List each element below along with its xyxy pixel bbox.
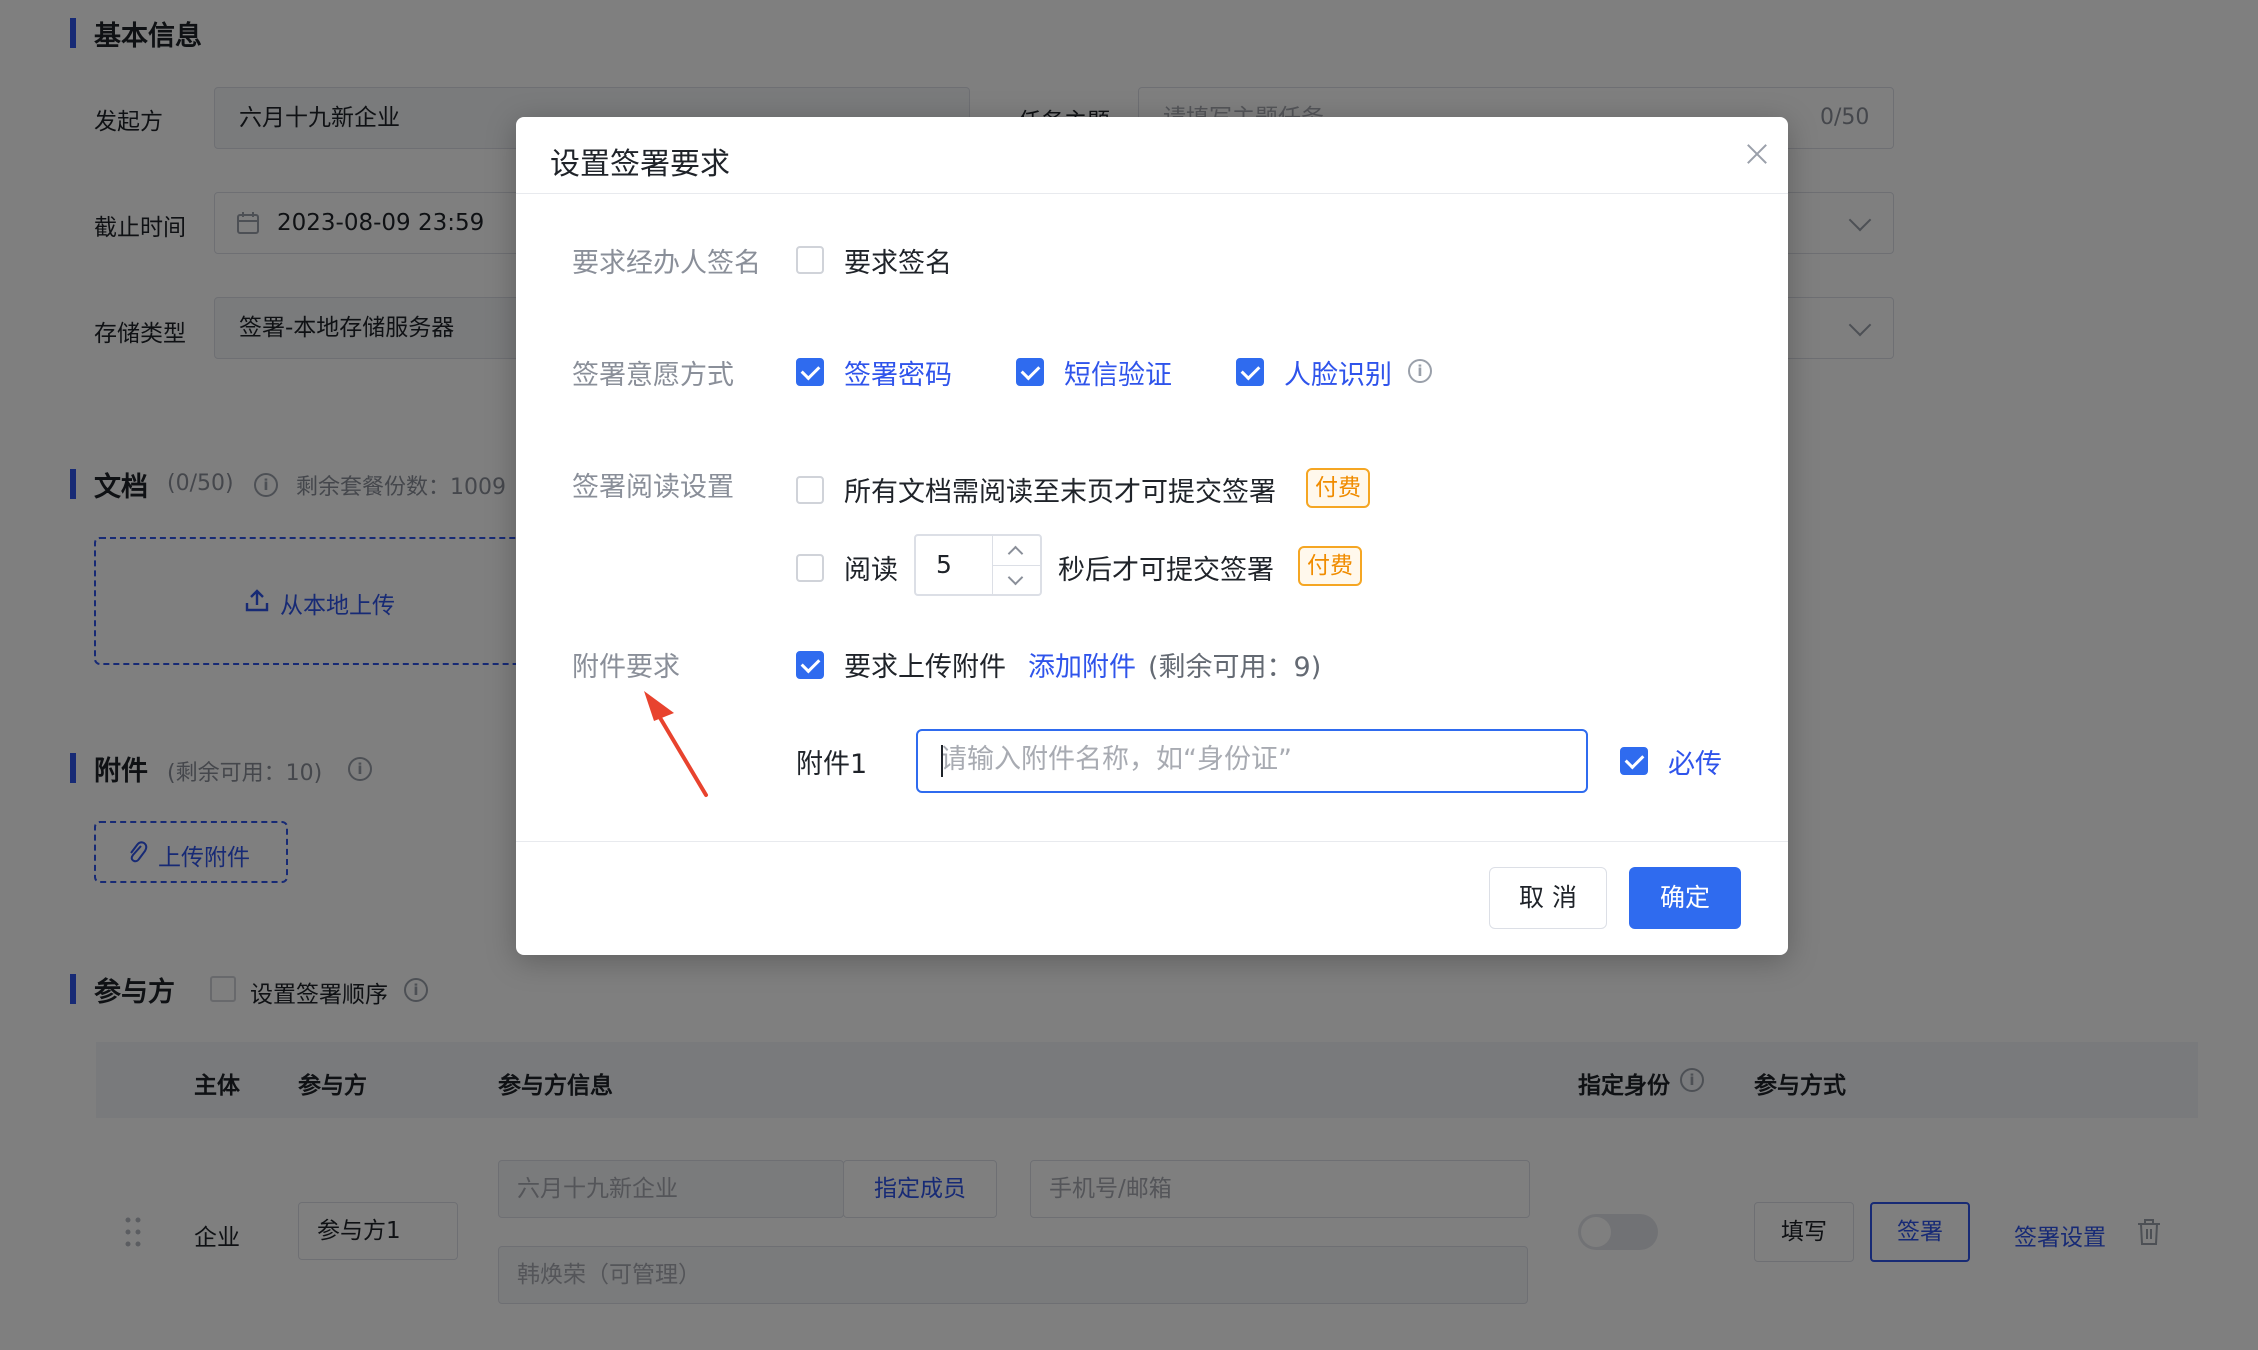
paid-badge: 付费 (1306, 468, 1370, 508)
chevron-down-icon[interactable] (1007, 569, 1024, 586)
paid-badge: 付费 (1298, 546, 1362, 586)
add-attachment-link[interactable]: 添加附件 (1028, 645, 1136, 684)
face-recognition-checkbox[interactable] (1236, 358, 1264, 386)
read-seconds-checkbox[interactable] (796, 554, 824, 582)
require-sign-option[interactable]: 要求签名 (844, 241, 952, 280)
text-cursor (941, 745, 943, 777)
read-seconds-value: 5 (936, 550, 952, 579)
annotation-arrow-icon (644, 691, 708, 797)
reading-settings-label: 签署阅读设置 (572, 472, 734, 503)
confirm-button[interactable]: 确定 (1629, 867, 1741, 929)
chevron-up-icon[interactable] (1007, 545, 1024, 562)
read-prefix: 阅读 (844, 555, 898, 586)
cancel-button[interactable]: 取 消 (1489, 867, 1607, 929)
attachment-req-label: 附件要求 (572, 652, 680, 683)
attachment-name-input[interactable]: 请输入附件名称，如“身份证” (916, 729, 1588, 793)
face-recognition-option[interactable]: 人脸识别 (1284, 353, 1392, 392)
close-icon[interactable] (1742, 139, 1772, 169)
require-sign-checkbox[interactable] (796, 246, 824, 274)
modal-header-divider (516, 193, 1788, 194)
require-upload-option[interactable]: 要求上传附件 (844, 645, 1006, 684)
required-label[interactable]: 必传 (1668, 742, 1722, 781)
modal-footer-divider (516, 841, 1788, 842)
modal-title: 设置签署要求 (550, 147, 730, 182)
read-to-end-checkbox[interactable] (796, 476, 824, 504)
sms-verify-option[interactable]: 短信验证 (1064, 353, 1172, 392)
required-checkbox[interactable] (1620, 747, 1648, 775)
require-upload-checkbox[interactable] (796, 651, 824, 679)
require-handler-sign-label: 要求经办人签名 (572, 248, 761, 279)
attachment-item-label: 附件1 (796, 749, 868, 780)
read-suffix: 秒后才可提交签署 (1058, 555, 1274, 586)
sign-requirements-modal: 设置签署要求 要求经办人签名 要求签名 签署意愿方式 签署密码 短信验证 人脸识… (516, 117, 1788, 955)
sms-verify-checkbox[interactable] (1016, 358, 1044, 386)
sign-password-option[interactable]: 签署密码 (844, 353, 952, 392)
info-icon[interactable]: i (1408, 359, 1432, 383)
read-to-end-option[interactable]: 所有文档需阅读至末页才可提交签署 (844, 470, 1276, 509)
read-seconds-stepper[interactable]: 5 (914, 534, 1042, 596)
attachment-remaining: (剩余可用：9) (1148, 652, 1322, 683)
intent-method-label: 签署意愿方式 (572, 360, 734, 391)
sign-password-checkbox[interactable] (796, 358, 824, 386)
